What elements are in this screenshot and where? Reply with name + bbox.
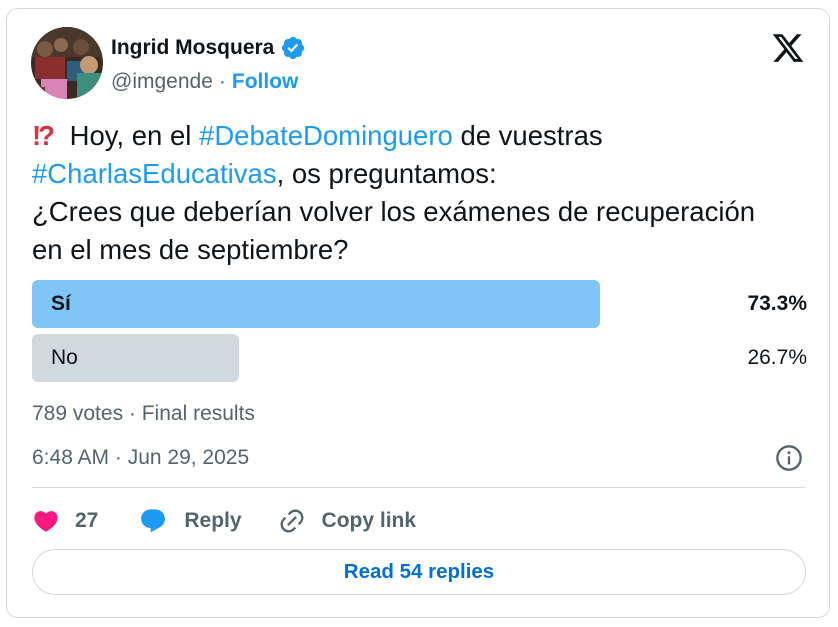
tweet-text-segment: Hoy, en el [61,120,200,151]
reply-button[interactable]: Reply [138,507,242,535]
poll-option-no: No 26.7% [32,334,807,382]
handle-separator: · [218,70,226,93]
info-icon[interactable] [775,444,803,472]
poll-option-percent: 26.7% [747,346,807,369]
tweet-line-4: en el mes de septiembre? [32,234,349,265]
reply-label: Reply [184,509,242,532]
avatar[interactable] [31,27,103,99]
tweet-text: !? Hoy, en el #DebateDominguero de vuest… [32,117,822,269]
hashtag-charlas-educativas[interactable]: #CharlasEducativas [32,158,277,189]
hashtag-debate-dominguero[interactable]: #DebateDominguero [199,120,453,151]
read-replies-button[interactable]: Read 54 replies [32,549,806,595]
like-count: 27 [75,509,99,532]
author-name[interactable]: Ingrid Mosquera [111,36,274,60]
tweet-actions: 27 Reply Copy link [32,503,416,539]
tweet-text-segment: , os preguntamos: [276,158,497,189]
tweet-timestamp[interactable]: 6:48 AM · Jun 29, 2025 [32,446,249,470]
poll-option-si: Sí 73.3% [32,280,807,328]
poll-option-percent: 73.3% [747,292,807,315]
verified-badge-icon [280,35,306,61]
tweet-line-1: !? Hoy, en el #DebateDominguero de vuest… [32,117,822,155]
copy-link-label: Copy link [321,509,417,532]
heart-icon [32,507,60,535]
handle-row: @imgende · Follow [111,69,298,95]
tweet-text-segment: de vuestras [452,120,603,151]
poll-option-label: No [51,346,78,369]
speech-bubble-icon [138,507,168,535]
like-button[interactable]: 27 [32,507,98,535]
author-handle[interactable]: @imgende [111,70,213,94]
poll-results-summary: 789 votes · Final results [32,402,255,425]
divider [32,487,805,488]
follow-button[interactable]: Follow [232,70,299,94]
poll-option-label: Sí [51,292,71,315]
x-logo-icon[interactable] [771,31,805,65]
link-icon [278,507,306,535]
tweet-line-3: ¿Crees que deberían volver los exámenes … [32,196,756,227]
exclamation-question-emoji: !? [32,120,55,151]
tweet-card: Ingrid Mosquera @imgende · Follow !? Hoy… [6,8,830,618]
profile-photo [31,27,103,99]
copy-link-button[interactable]: Copy link [278,507,417,535]
author-name-row: Ingrid Mosquera [111,35,306,61]
tweet-line-2: #CharlasEducativas, os preguntamos: [32,155,822,193]
poll-bar-si [32,280,600,328]
